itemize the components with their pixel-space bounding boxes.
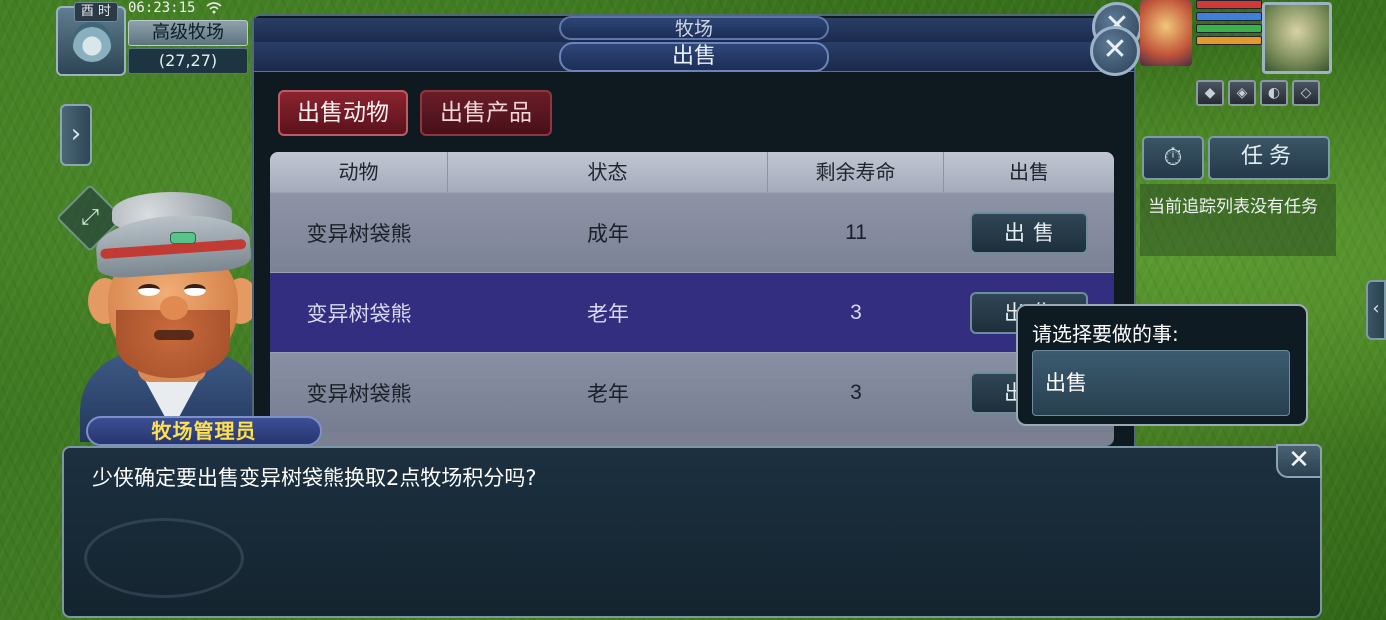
- cell-status: 老年: [587, 381, 629, 406]
- cell-status: 成年: [587, 221, 629, 246]
- location-coordinates: (27,27): [128, 48, 248, 74]
- task-empty-text: 当前追踪列表没有任务: [1148, 197, 1318, 217]
- table-row[interactable]: 变异树袋熊 老年 3 出售: [270, 352, 1114, 432]
- window-title: 出售: [559, 42, 829, 72]
- table-header: 动物 状态 剩余寿命 出售: [270, 152, 1114, 192]
- cell-animal: 变异树袋熊: [306, 301, 412, 326]
- stopwatch-icon: ⏱: [1163, 143, 1183, 171]
- wifi-icon: [206, 2, 222, 14]
- back-window-title: 牧场: [559, 16, 829, 40]
- location-hud: 酉 时 06:23:15 高级牧场 (27,27): [56, 0, 252, 78]
- buff-icon[interactable]: ◐: [1260, 80, 1288, 106]
- table-row-selected[interactable]: 变异树袋熊 老年 3 出售: [270, 272, 1114, 352]
- buff-icon[interactable]: ◇: [1292, 80, 1320, 106]
- header-status: 状态: [448, 152, 768, 192]
- cloud-ornament-icon: [84, 518, 244, 598]
- pet-portrait[interactable]: [1140, 0, 1192, 66]
- time-period: 酉 时: [74, 2, 118, 22]
- header-animal: 动物: [270, 152, 448, 192]
- cell-lifespan: 3: [850, 380, 862, 404]
- buff-icons: ◆ ◈ ◐ ◇: [1196, 80, 1320, 106]
- npc-dialog[interactable]: 少侠确定要出售变异树袋熊换取2点牧场积分吗?: [62, 446, 1322, 618]
- npc-mouth: [154, 330, 194, 340]
- cell-animal: 变异树袋熊: [306, 221, 412, 246]
- hp-bar: [1196, 0, 1262, 9]
- dialog-close-button[interactable]: ✕: [1276, 444, 1322, 478]
- cell-animal: 变异树袋熊: [306, 381, 412, 406]
- choice-prompt: 请选择要做的事:: [1032, 322, 1179, 346]
- clock: 06:23:15: [128, 0, 196, 16]
- task-button[interactable]: 任务: [1208, 136, 1330, 180]
- right-panel-toggle[interactable]: ‹: [1366, 280, 1386, 340]
- tab-sell-products[interactable]: 出售产品: [420, 90, 552, 136]
- npc-eye-right: [184, 284, 206, 296]
- dialog-text: 少侠确定要出售变异树袋熊换取2点牧场积分吗?: [92, 466, 537, 490]
- cell-action: 出售: [944, 211, 1114, 254]
- table-row[interactable]: 变异树袋熊 成年 11 出售: [270, 192, 1114, 272]
- energy-bar: [1196, 24, 1262, 33]
- animal-table: 动物 状态 剩余寿命 出售 变异树袋熊 成年 11 出售 变异树袋熊 老年 3 …: [270, 152, 1114, 446]
- cell-lifespan: 11: [845, 220, 867, 244]
- npc-headband-gem: [170, 232, 196, 244]
- cell-lifespan: 3: [850, 300, 862, 324]
- location-name: 高级牧场: [128, 20, 248, 46]
- left-panel-toggle[interactable]: ›: [60, 104, 92, 166]
- npc-portrait: [72, 192, 272, 442]
- anger-bar: [1196, 36, 1262, 45]
- choice-option-sell[interactable]: 出售: [1032, 350, 1290, 416]
- mp-bar: [1196, 12, 1262, 21]
- tab-sell-animals[interactable]: 出售动物: [278, 90, 408, 136]
- npc-name-plate: 牧场管理员: [86, 416, 322, 446]
- timer-button[interactable]: ⏱: [1142, 136, 1204, 180]
- cell-status: 老年: [587, 301, 629, 326]
- pagoda-icon: [72, 22, 112, 62]
- player-avatar[interactable]: [1262, 2, 1332, 74]
- npc-eye-left: [138, 284, 160, 296]
- npc-nose: [160, 296, 188, 320]
- choice-popup: 请选择要做的事: 出售: [1016, 304, 1308, 426]
- npc-beard: [116, 310, 230, 378]
- chevron-left-icon: ‹: [1372, 298, 1380, 319]
- sell-button[interactable]: 出售: [970, 211, 1088, 254]
- buff-icon[interactable]: ◆: [1196, 80, 1224, 106]
- header-sell: 出售: [1009, 160, 1049, 184]
- close-icon: ✕: [1102, 32, 1128, 67]
- header-lifespan: 剩余寿命: [768, 152, 944, 192]
- close-icon: ✕: [1288, 445, 1310, 475]
- chevron-right-icon: ›: [70, 119, 82, 149]
- window-close-button[interactable]: ✕: [1090, 26, 1140, 76]
- status-bars: [1196, 0, 1262, 52]
- buff-icon[interactable]: ◈: [1228, 80, 1256, 106]
